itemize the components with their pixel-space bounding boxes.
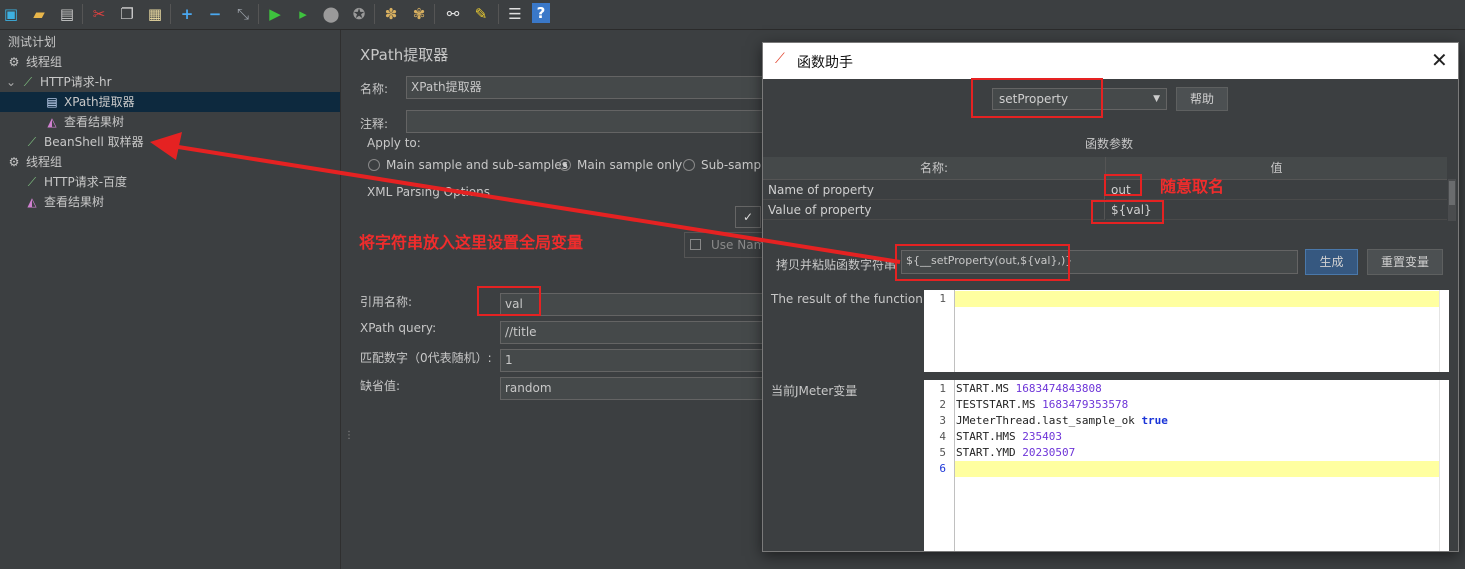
- annotation-arrow: [150, 132, 901, 264]
